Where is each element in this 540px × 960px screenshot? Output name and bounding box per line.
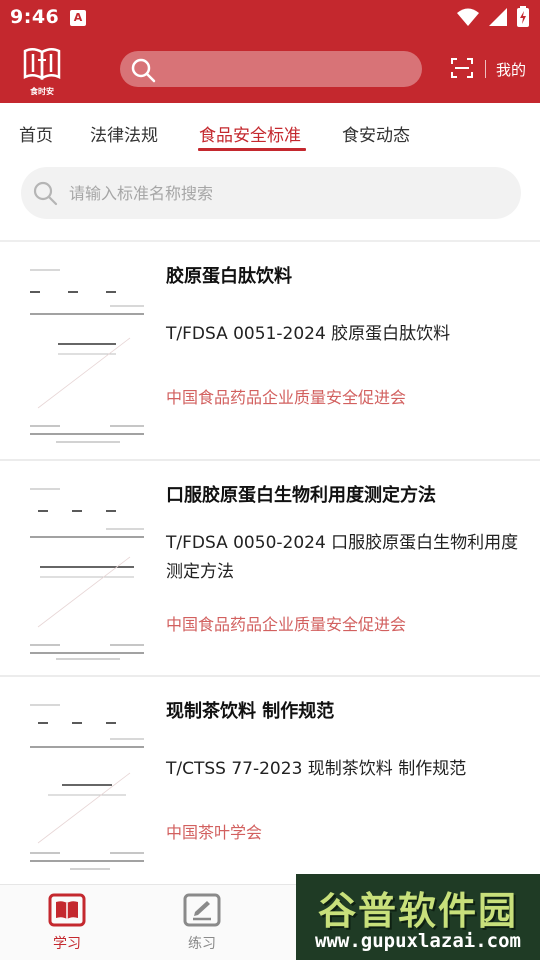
search-icon [33,181,58,206]
document-thumbnail-icon [20,477,154,661]
tab-food-safety-news[interactable]: 食安动态 [342,121,410,146]
tab-food-safety-standards[interactable]: 食品安全标准 [199,121,301,146]
standard-title: 现制茶饮料 制作规范 [166,701,335,722]
status-icons [456,6,530,28]
standard-org: 中国茶叶学会 [166,823,263,842]
appbar-divider [485,60,486,78]
book-logo-icon [23,48,61,81]
standard-title: 口服胶原蛋白生物利用度测定方法 [166,485,436,506]
nav-practice[interactable]: 练习 [172,893,232,953]
standard-org: 中国食品药品企业质量安全促进会 [166,388,407,407]
status-time: 9:46 [10,6,60,28]
watermark-title: 谷普软件园 [317,889,518,933]
standard-thumbnail [20,693,154,875]
watermark-url: www.gupuxlazai.com [315,930,521,952]
tab-home[interactable]: 首页 [19,121,53,146]
document-thumbnail-icon [20,258,154,444]
nav-practice-label: 练习 [188,936,216,952]
list-item[interactable]: 现制茶饮料 制作规范 T/CTSS 77-2023 现制茶饮料 制作规范 中国茶… [0,677,540,884]
standard-search-box [21,167,521,219]
nav-study-label: 学习 [53,936,81,952]
standard-code: T/FDSA 0051-2024 胶原蛋白肽饮料 [166,324,451,344]
app-bar: 食时安 我的 [0,36,540,103]
standard-code: T/FDSA 0050-2024 口服胶原蛋白生物利用度测定方法 [166,533,519,582]
battery-icon [517,6,529,27]
standard-search-input[interactable] [69,167,509,219]
standard-code: T/CTSS 77-2023 现制茶饮料 制作规范 [166,759,467,779]
standard-org: 中国食品药品企业质量安全促进会 [166,615,407,634]
active-tab-indicator [198,148,306,151]
app-header: 9:46 A 食时安 我的 [0,0,540,103]
list-item[interactable]: 胶原蛋白肽饮料 T/FDSA 0051-2024 胶原蛋白肽饮料 中国食品药品企… [0,242,540,461]
notification-a-icon: A [70,10,86,26]
wifi-icon [457,8,479,26]
mine-link[interactable]: 我的 [496,59,526,80]
standard-title: 胶原蛋白肽饮料 [166,266,292,287]
top-search-bar[interactable] [120,51,422,87]
edit-icon [183,893,221,927]
site-watermark: 谷普软件园 www.gupuxlazai.com [296,874,540,960]
book-icon [48,893,86,927]
standard-thumbnail [20,477,154,661]
scan-icon[interactable] [450,56,474,80]
status-bar: 9:46 A [0,0,540,36]
app-logo[interactable]: 食时安 [22,44,62,96]
nav-study[interactable]: 学习 [37,893,97,953]
tab-laws[interactable]: 法律法规 [90,121,158,146]
document-thumbnail-icon [20,693,154,875]
search-icon [131,58,156,83]
standard-thumbnail [20,258,154,444]
logo-text: 食时安 [30,87,54,96]
signal-icon [489,8,507,26]
list-item[interactable]: 口服胶原蛋白生物利用度测定方法 T/FDSA 0050-2024 口服胶原蛋白生… [0,461,540,677]
